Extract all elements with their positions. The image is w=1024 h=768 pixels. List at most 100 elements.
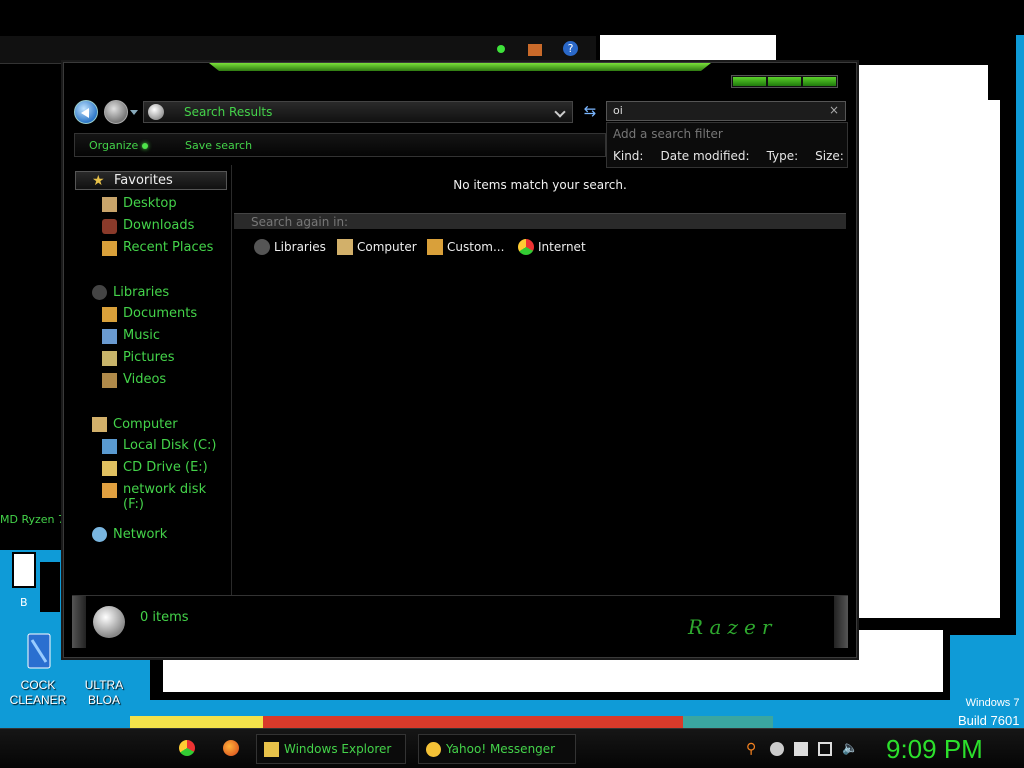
nav-item-desktop[interactable]: Desktop xyxy=(102,196,177,212)
nav-item-documents[interactable]: Documents xyxy=(102,306,198,322)
search-input[interactable]: oi × xyxy=(606,101,846,121)
filter-type[interactable]: Type: xyxy=(767,149,799,163)
address-dropdown-icon[interactable] xyxy=(554,106,566,118)
details-pane-edge xyxy=(834,596,848,648)
close-button[interactable] xyxy=(803,77,836,86)
desktop-icon-label: CLEANER xyxy=(9,693,67,707)
item-count: 0 items xyxy=(140,610,189,625)
search-again-header: Search again in: xyxy=(234,213,846,229)
search-icon[interactable]: ⚲ xyxy=(746,742,760,756)
filter-size[interactable]: Size: xyxy=(815,149,844,163)
background-window-content xyxy=(856,65,1000,618)
network-tray-icon[interactable] xyxy=(818,742,832,756)
search-again-computer[interactable]: Computer xyxy=(337,239,417,255)
desktop-icon-cock-cleaner[interactable]: COCK CLEANER xyxy=(6,632,70,708)
wallpaper-strip xyxy=(683,716,773,728)
svg-text:Razer: Razer xyxy=(687,615,777,639)
search-results-icon xyxy=(148,104,164,120)
desktop-icon-label: B xyxy=(20,596,28,609)
clear-search-icon[interactable]: × xyxy=(829,103,839,117)
nav-item-recent-places[interactable]: Recent Places xyxy=(102,240,213,256)
search-again-custom-label: Custom... xyxy=(447,240,505,254)
search-filter-options: Kind: Date modified: Type: Size: xyxy=(613,149,844,163)
nav-libraries[interactable]: Libraries xyxy=(75,284,227,303)
organize-button[interactable]: Organize xyxy=(89,139,149,152)
desktop-icon-label: COCK xyxy=(20,678,56,692)
content-pane: No items match your search. Search again… xyxy=(234,165,846,595)
desktop-icon-label: ULTRA xyxy=(84,678,124,692)
organize-label: Organize xyxy=(89,139,139,152)
nav-item-label: Downloads xyxy=(123,218,195,233)
windows-version: Windows 7 xyxy=(965,697,1020,709)
nav-item-cd-drive[interactable]: CD Drive (E:) xyxy=(102,460,208,476)
nav-item-label: Desktop xyxy=(123,196,177,211)
nav-favorites[interactable]: ★ Favorites xyxy=(75,171,227,190)
chrome-icon[interactable] xyxy=(179,740,195,756)
nav-network-label: Network xyxy=(113,527,168,542)
search-again-custom[interactable]: Custom... xyxy=(427,239,505,255)
nav-item-pictures[interactable]: Pictures xyxy=(102,350,175,366)
nav-item-network-disk[interactable]: network disk (F:) xyxy=(102,482,231,512)
task-yahoo-messenger[interactable]: Yahoo! Messenger xyxy=(418,734,576,764)
nav-network[interactable]: Network xyxy=(75,526,227,545)
taskbar-clock[interactable]: 9:09 PM xyxy=(886,734,983,765)
desktop-icon-label: BLOA xyxy=(87,693,120,707)
search-again-internet[interactable]: Internet xyxy=(518,239,586,255)
back-button[interactable] xyxy=(74,100,98,124)
computer-icon xyxy=(337,239,353,255)
search-filter-hint: Add a search filter xyxy=(613,127,723,141)
nav-item-downloads[interactable]: Downloads xyxy=(102,218,195,234)
nav-item-label: CD Drive (E:) xyxy=(123,460,208,475)
filter-kind[interactable]: Kind: xyxy=(613,149,643,163)
nav-item-videos[interactable]: Videos xyxy=(102,372,167,388)
search-results-large-icon xyxy=(93,606,125,638)
nav-item-label: Pictures xyxy=(123,350,175,365)
razer-logo: Razer xyxy=(687,615,777,639)
nav-item-label: Documents xyxy=(123,306,198,321)
messenger-tray-icon[interactable] xyxy=(770,742,784,756)
network-icon xyxy=(92,527,107,542)
cleaner-icon xyxy=(27,633,51,669)
downloads-folder-icon xyxy=(102,219,117,234)
nav-item-local-disk[interactable]: Local Disk (C:) xyxy=(102,438,216,454)
maximize-button[interactable] xyxy=(768,77,801,86)
navigation-row: Search Results ⇆ xyxy=(74,100,604,124)
organize-dropdown-icon xyxy=(142,143,149,149)
filter-date-modified[interactable]: Date modified: xyxy=(660,149,749,163)
nav-computer-label: Computer xyxy=(113,417,178,432)
firefox-icon[interactable] xyxy=(223,740,239,756)
yahoo-messenger-icon xyxy=(426,742,441,757)
recent-places-icon xyxy=(102,241,117,256)
pictures-icon xyxy=(102,351,117,366)
desktop-background-window xyxy=(0,0,1024,35)
computer-icon xyxy=(92,417,107,432)
action-center-flag-icon[interactable] xyxy=(794,742,808,756)
wallpaper-strip xyxy=(130,716,263,728)
forward-button[interactable] xyxy=(104,100,128,124)
documents-icon xyxy=(102,307,117,322)
search-again-libraries[interactable]: Libraries xyxy=(254,239,326,255)
videos-icon xyxy=(102,373,117,388)
nav-computer[interactable]: Computer xyxy=(75,416,227,435)
windows-version-watermark: Windows 7 Build 7601 xyxy=(958,694,1019,730)
green-dot-icon xyxy=(497,45,505,53)
star-icon: ★ xyxy=(92,173,105,189)
nav-item-music[interactable]: Music xyxy=(102,328,160,344)
folder-icon xyxy=(427,239,443,255)
help-icon[interactable]: ? xyxy=(563,41,578,56)
volume-icon[interactable]: 🔈 xyxy=(842,742,858,756)
search-again-label: Search again in: xyxy=(251,215,349,229)
libraries-icon xyxy=(254,239,270,255)
taskbar: Windows Explorer Yahoo! Messenger ⚲ 🔈 9:… xyxy=(0,728,1024,768)
nav-favorites-label: Favorites xyxy=(114,173,173,188)
wallpaper-strip xyxy=(263,716,683,728)
address-bar[interactable]: Search Results xyxy=(143,101,573,123)
task-windows-explorer[interactable]: Windows Explorer xyxy=(256,734,406,764)
save-search-button[interactable]: Save search xyxy=(185,139,252,152)
minimize-button[interactable] xyxy=(733,77,766,86)
recent-pages-dropdown-icon[interactable] xyxy=(130,110,138,115)
search-input-value: oi xyxy=(613,104,623,117)
chrome-icon xyxy=(518,239,534,255)
refresh-icon[interactable]: ⇆ xyxy=(580,102,600,120)
nav-item-label: Videos xyxy=(123,372,167,387)
